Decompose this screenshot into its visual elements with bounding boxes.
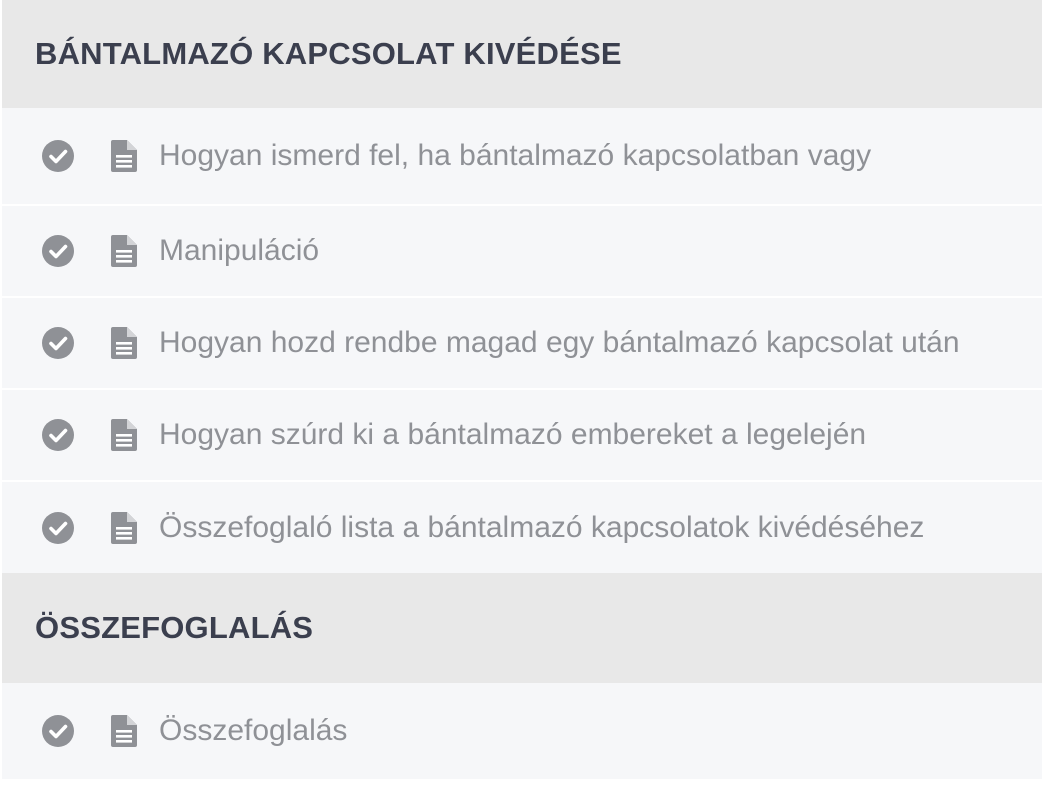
lesson-title: Hogyan szúrd ki a bántalmazó embereket a… bbox=[159, 418, 867, 451]
document-icon bbox=[111, 327, 137, 359]
check-circle-icon bbox=[42, 235, 74, 267]
lesson-list: Hogyan ismerd fel, ha bántalmazó kapcsol… bbox=[2, 108, 1042, 573]
lesson-title: Hogyan ismerd fel, ha bántalmazó kapcsol… bbox=[159, 139, 872, 172]
check-circle-icon bbox=[42, 715, 74, 747]
document-icon bbox=[111, 419, 137, 451]
lesson-item[interactable]: Hogyan szúrd ki a bántalmazó embereket a… bbox=[2, 388, 1042, 480]
lesson-item[interactable]: Manipuláció bbox=[2, 204, 1042, 296]
lesson-title: Összefoglaló lista a bántalmazó kapcsola… bbox=[159, 510, 925, 544]
lesson-title: Összefoglalás bbox=[159, 714, 348, 747]
section-header[interactable]: BÁNTALMAZÓ KAPCSOLAT KIVÉDÉSE bbox=[2, 0, 1042, 108]
course-outline: BÁNTALMAZÓ KAPCSOLAT KIVÉDÉSE Hogyan ism… bbox=[0, 0, 1042, 790]
check-circle-icon bbox=[42, 511, 74, 544]
section-osszefoglalas: ÖSSZEFOGLALÁS Összefoglalás bbox=[2, 573, 1042, 779]
document-icon bbox=[111, 511, 137, 544]
check-circle-icon bbox=[42, 140, 74, 172]
document-icon bbox=[111, 140, 137, 172]
lesson-title: Manipuláció bbox=[159, 234, 320, 267]
section-title: ÖSSZEFOGLALÁS bbox=[35, 610, 314, 645]
document-icon bbox=[111, 715, 137, 747]
section-title: BÁNTALMAZÓ KAPCSOLAT KIVÉDÉSE bbox=[35, 36, 622, 71]
document-icon bbox=[111, 235, 137, 267]
lesson-item[interactable]: Hogyan hozd rendbe magad egy bántalmazó … bbox=[2, 296, 1042, 388]
lesson-item[interactable]: Összefoglalás bbox=[2, 683, 1042, 779]
check-circle-icon bbox=[42, 327, 74, 359]
check-circle-icon bbox=[42, 419, 74, 451]
lesson-item[interactable]: Összefoglaló lista a bántalmazó kapcsola… bbox=[2, 480, 1042, 573]
section-bantalmazo-kapcsolat: BÁNTALMAZÓ KAPCSOLAT KIVÉDÉSE Hogyan ism… bbox=[2, 0, 1042, 573]
section-header[interactable]: ÖSSZEFOGLALÁS bbox=[2, 573, 1042, 683]
lesson-title: Hogyan hozd rendbe magad egy bántalmazó … bbox=[159, 326, 960, 359]
lesson-list: Összefoglalás bbox=[2, 683, 1042, 779]
lesson-item[interactable]: Hogyan ismerd fel, ha bántalmazó kapcsol… bbox=[2, 108, 1042, 204]
